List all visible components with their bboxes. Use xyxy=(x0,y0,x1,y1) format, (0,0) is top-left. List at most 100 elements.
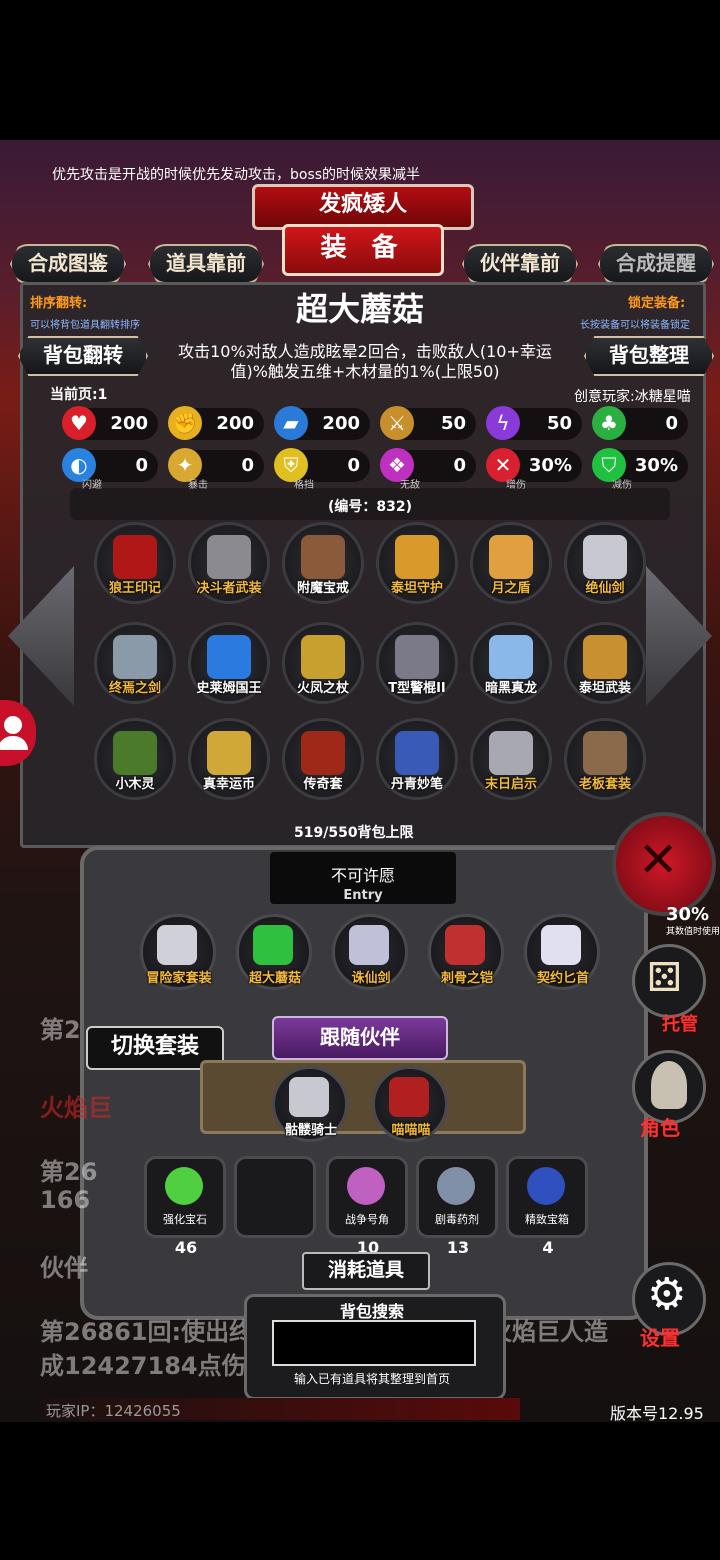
bag-tidy-button[interactable]: 背包整理 xyxy=(584,336,714,376)
tip-text: 优先攻击是开战的时候优先发动攻击，boss的时候效果减半 xyxy=(52,167,421,183)
item-name: 绝仙剑 xyxy=(585,581,625,596)
heart-icon: ♥ xyxy=(62,406,96,440)
gear-icon: ⚙ xyxy=(647,1269,687,1320)
lock-equip-label: 锁定装备: xyxy=(628,296,686,311)
auto-percent-hint: 其数值时使用 xyxy=(666,927,720,937)
partner-icon xyxy=(289,1077,329,1117)
stat-box: ▰ 200 xyxy=(274,406,370,440)
item-name: 终焉之剑 xyxy=(108,681,161,696)
search-label: 背包搜索 xyxy=(339,1302,404,1321)
item-icon xyxy=(301,535,345,579)
item-icon xyxy=(395,731,439,775)
item-icon xyxy=(583,635,627,679)
inventory-slot[interactable]: T型警棍II xyxy=(376,622,458,704)
item-title: 超大蘑菇 xyxy=(295,290,424,328)
inventory-slot[interactable]: 泰坦武装 xyxy=(564,622,646,704)
consumable-slot[interactable]: 强化宝石 xyxy=(144,1156,226,1238)
stat-value: 200 xyxy=(216,413,254,434)
item-icon xyxy=(489,535,533,579)
stat-box: ⛉ 30% 减伤 xyxy=(592,448,688,491)
stat-value: 0 xyxy=(241,455,254,476)
dice-button[interactable]: ⚄ xyxy=(632,944,706,1018)
equipped-slot[interactable]: 冒险家套装 xyxy=(140,914,216,990)
consumable-slot[interactable]: 战争号角 xyxy=(326,1156,408,1238)
inventory-slot[interactable]: 史莱姆国王 xyxy=(188,622,270,704)
inventory-slot[interactable]: 终焉之剑 xyxy=(94,622,176,704)
craft-codex-button[interactable]: 合成图鉴 xyxy=(10,244,126,284)
auto-label: 托管 xyxy=(662,1014,698,1035)
version-number: 版本号12.95 xyxy=(610,1404,704,1423)
stat-value: 50 xyxy=(546,413,572,434)
item-icon xyxy=(207,635,251,679)
settings-label: 设置 xyxy=(640,1326,680,1350)
close-icon: ✕ xyxy=(638,832,679,888)
item-icon xyxy=(445,925,485,965)
consumable-count: 4 xyxy=(542,1238,554,1257)
follow-partner-label: 跟随伙伴 xyxy=(272,1016,448,1060)
search-input[interactable] xyxy=(272,1320,476,1366)
partner-slot[interactable]: 骷髅骑士 xyxy=(272,1066,348,1142)
stat-box: ◐ 0 闪避 xyxy=(62,448,158,491)
consumable-slot[interactable]: 精致宝箱 xyxy=(506,1156,588,1238)
inventory-slot[interactable]: 火凤之杖 xyxy=(282,622,364,704)
stat-box: ♣ 0 xyxy=(592,406,688,440)
sort-flip-hint: 可以将背包道具翻转排序 xyxy=(30,320,140,331)
stat-value: 50 xyxy=(440,413,466,434)
inventory-slot[interactable]: 老板套装 xyxy=(564,718,646,800)
items-first-button[interactable]: 道具靠前 xyxy=(148,244,264,284)
close-button[interactable]: ✕ xyxy=(612,812,716,916)
equipped-slot[interactable]: 刺骨之铠 xyxy=(428,914,504,990)
equipped-slot[interactable]: 超大蘑菇 xyxy=(236,914,312,990)
inventory-slot[interactable]: 泰坦守护 xyxy=(376,522,458,604)
inventory-slot[interactable]: 绝仙剑 xyxy=(564,522,646,604)
stat-box: ✦ 0 暴击 xyxy=(168,448,264,491)
equipped-slot[interactable]: 契约匕首 xyxy=(524,914,600,990)
consumable-icon xyxy=(437,1167,475,1205)
partners-first-button[interactable]: 伙伴靠前 xyxy=(462,244,578,284)
sword-icon: ⚔ xyxy=(380,406,414,440)
stat-value: 30% xyxy=(528,455,572,476)
inventory-slot[interactable]: 附魔宝戒 xyxy=(282,522,364,604)
inventory-slot[interactable]: 暗黑真龙 xyxy=(470,622,552,704)
craft-reminder-button[interactable]: 合成提醒 xyxy=(598,244,714,284)
wish-title: 不可许愿 xyxy=(330,866,395,885)
inventory-slot[interactable]: 狼王印记 xyxy=(94,522,176,604)
consumable-name: 剧毒药剂 xyxy=(435,1213,479,1226)
inventory-slot[interactable]: 传奇套 xyxy=(282,718,364,800)
consumable-slot[interactable]: 剧毒药剂 xyxy=(416,1156,498,1238)
item-name: 月之盾 xyxy=(491,581,531,596)
stat-box: ⚔ 50 xyxy=(380,406,476,440)
inventory-slot[interactable]: 真幸运币 xyxy=(188,718,270,800)
creator-credit: 创意玩家:冰糖星喵 xyxy=(574,389,691,405)
bag-flip-button[interactable]: 背包翻转 xyxy=(18,336,148,376)
auto-percent: 30% xyxy=(666,904,710,925)
item-icon xyxy=(113,731,157,775)
item-icon xyxy=(207,731,251,775)
lightning-icon: ϟ xyxy=(486,406,520,440)
inventory-slot[interactable]: 小木灵 xyxy=(94,718,176,800)
consumable-icon xyxy=(347,1167,385,1205)
partner-slot[interactable]: 喵喵喵 xyxy=(372,1066,448,1142)
item-icon xyxy=(157,925,197,965)
inventory-slot[interactable]: 末日启示 xyxy=(470,718,552,800)
role-label: 角色 xyxy=(640,1116,680,1140)
equipment-title-banner: 装 备 xyxy=(282,224,444,276)
dice-icon: ⚄ xyxy=(647,955,682,1001)
item-icon xyxy=(113,635,157,679)
stat-box: ✕ 30% 增伤 xyxy=(486,448,582,491)
item-icon xyxy=(301,731,345,775)
equipped-slot[interactable]: 诛仙剑 xyxy=(332,914,408,990)
stat-box: ❖ 0 无敌 xyxy=(380,448,476,491)
inventory-slot[interactable]: 月之盾 xyxy=(470,522,552,604)
inventory-slot[interactable]: 决斗者武装 xyxy=(188,522,270,604)
item-name: 冒险家套装 xyxy=(146,971,212,986)
item-icon xyxy=(583,535,627,579)
item-name: 老板套装 xyxy=(578,777,631,792)
item-name: 决斗者武装 xyxy=(196,581,262,596)
item-name: 真幸运币 xyxy=(202,777,255,792)
stat-box: ✊ 200 xyxy=(168,406,264,440)
inventory-slot[interactable]: 丹青妙笔 xyxy=(376,718,458,800)
partner-name: 骷髅骑士 xyxy=(284,1123,337,1138)
partner-name: 喵喵喵 xyxy=(391,1123,431,1138)
consumable-slot[interactable] xyxy=(234,1156,316,1238)
